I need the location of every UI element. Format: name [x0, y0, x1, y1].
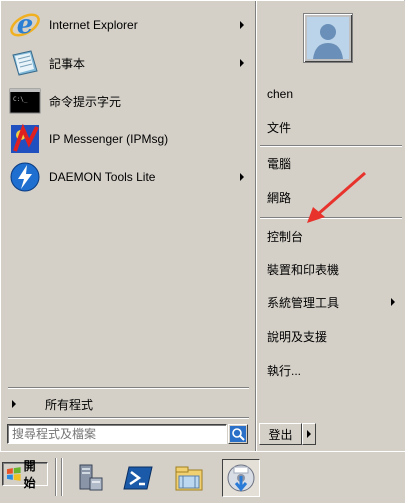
places-item-admin-tools[interactable]: 系統管理工具: [267, 291, 405, 313]
start-label: 開始: [23, 459, 36, 490]
internet-explorer-icon: e: [9, 9, 41, 41]
program-daemon-tools[interactable]: DAEMON Tools Lite: [9, 160, 253, 194]
taskbar-installer[interactable]: [222, 459, 260, 497]
user-picture-icon: [307, 17, 349, 59]
all-programs-arrow-icon: [12, 400, 16, 408]
places-item-label: 說明及支援: [267, 329, 328, 344]
all-programs-label: 所有程式: [45, 397, 94, 412]
windows-logo-icon: [6, 467, 21, 481]
submenu-arrow-icon: [240, 173, 244, 181]
taskbar-server-manager[interactable]: [71, 459, 109, 497]
places-item-network[interactable]: 網路: [267, 186, 405, 208]
search-input[interactable]: [7, 424, 227, 444]
taskbar-separator: [61, 458, 63, 496]
places-item-documents[interactable]: 文件: [267, 116, 405, 138]
places-item-label: 電腦: [267, 156, 292, 171]
svg-text:e: e: [17, 10, 34, 40]
notepad-icon: [9, 47, 41, 79]
places-item-help-support[interactable]: 說明及支援: [267, 325, 405, 347]
installer-icon: [227, 464, 255, 492]
program-ip-messenger[interactable]: IP Messenger (IPMsg): [9, 122, 253, 156]
user-avatar[interactable]: [303, 13, 353, 63]
submenu-arrow-icon: [240, 21, 244, 29]
search-button[interactable]: [228, 424, 248, 444]
search-icon: [230, 426, 246, 442]
separator: [260, 145, 402, 147]
taskbar-windows-explorer[interactable]: [170, 459, 208, 497]
places-item-label: 系統管理工具: [267, 295, 340, 310]
windows-explorer-icon: [175, 466, 203, 491]
places-item-devices-printers[interactable]: 裝置和印表機: [267, 258, 405, 280]
places-item-control-panel[interactable]: 控制台: [267, 225, 405, 247]
program-label: Internet Explorer: [49, 18, 138, 32]
svg-text:C:\_: C:\_: [13, 96, 28, 103]
taskbar-powershell[interactable]: [119, 459, 157, 497]
places-item-computer[interactable]: 電腦: [267, 152, 405, 174]
taskbar-separator: [55, 458, 57, 496]
submenu-arrow-icon: [391, 298, 395, 306]
separator: [8, 417, 249, 419]
places-item-label: 執行...: [267, 363, 302, 378]
chevron-right-icon: [307, 430, 311, 438]
separator: [8, 387, 249, 389]
daemon-tools-icon: [9, 161, 41, 193]
program-label: 記事本: [49, 56, 86, 71]
user-name-item[interactable]: chen: [267, 83, 405, 105]
program-command-prompt[interactable]: C:\_ 命令提示字元: [9, 84, 253, 118]
places-pane: chen 文件 電腦 網路 控制台 裝置和印表機 系統管理工具 說明及支援 執行…: [255, 1, 405, 452]
server-manager-icon: [79, 464, 103, 491]
program-label: DAEMON Tools Lite: [49, 170, 156, 184]
places-item-run[interactable]: 執行...: [267, 359, 405, 381]
start-button[interactable]: 開始: [2, 459, 48, 490]
program-notepad[interactable]: 記事本: [9, 46, 253, 80]
shutdown-options-button[interactable]: [302, 423, 316, 445]
start-menu: e Internet Explorer 記事本 C:\_ 命令提示字元 IP M…: [0, 0, 405, 452]
logoff-button[interactable]: 登出: [259, 423, 302, 445]
program-label: IP Messenger (IPMsg): [49, 132, 169, 146]
submenu-arrow-icon: [240, 59, 244, 67]
powershell-icon: [123, 466, 153, 490]
command-prompt-icon: C:\_: [9, 85, 41, 117]
programs-pane: e Internet Explorer 記事本 C:\_ 命令提示字元 IP M…: [2, 2, 254, 451]
ip-messenger-icon: [9, 123, 41, 155]
taskbar: 開始: [0, 451, 405, 503]
places-item-label: 文件: [267, 120, 292, 135]
program-label: 命令提示字元: [49, 94, 122, 109]
places-item-label: 裝置和印表機: [267, 262, 340, 277]
all-programs-button[interactable]: 所有程式: [9, 394, 249, 414]
logoff-label: 登出: [268, 427, 293, 442]
user-name: chen: [267, 87, 294, 101]
places-item-label: 控制台: [267, 229, 304, 244]
separator: [260, 217, 402, 219]
places-item-label: 網路: [267, 190, 292, 205]
program-internet-explorer[interactable]: e Internet Explorer: [9, 8, 253, 42]
